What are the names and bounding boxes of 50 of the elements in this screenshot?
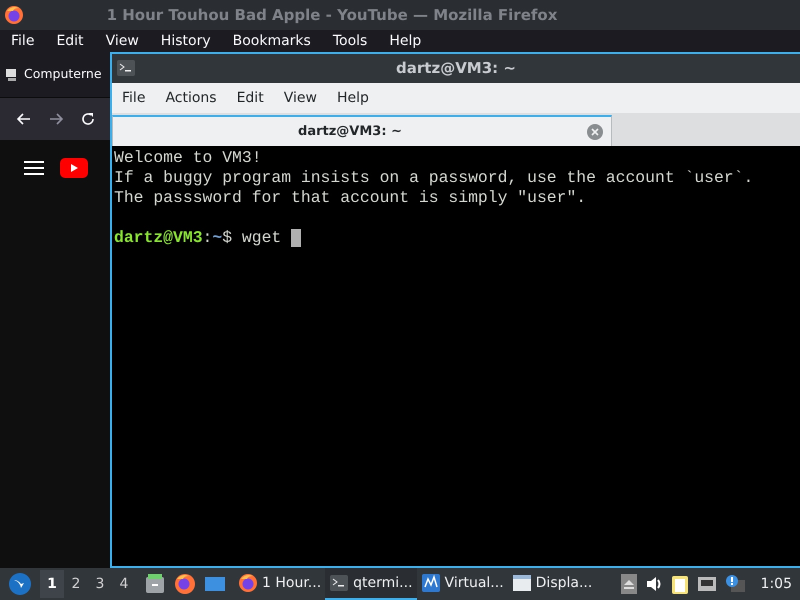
taskbar-button[interactable]: qtermi...	[325, 568, 417, 600]
back-icon[interactable]	[16, 111, 32, 127]
text-cursor	[291, 229, 302, 247]
desktop-switch[interactable]: 4	[112, 570, 136, 598]
menu-item[interactable]: Edit	[226, 88, 274, 108]
firefox-icon[interactable]	[174, 573, 196, 595]
clock[interactable]: 1:05	[760, 574, 792, 594]
firefox-icon	[238, 573, 258, 593]
notification-icon[interactable]	[724, 574, 745, 594]
window-title: 1 Hour Touhou Bad Apple - YouTube — Mozilla Firefox	[106, 4, 558, 26]
menu-item[interactable]: Edit	[45, 30, 95, 52]
terminal-line: The passsword for that account is simply "user".	[114, 188, 588, 208]
desktop-switch[interactable]: 2	[64, 570, 88, 598]
volume-icon[interactable]	[644, 575, 663, 593]
menu-item[interactable]: Bookmarks	[222, 30, 322, 52]
window-title: dartz@VM3: ~	[396, 58, 516, 80]
tab[interactable]: dartz@VM3: ~	[112, 115, 612, 146]
reload-icon[interactable]	[80, 111, 96, 127]
eject-icon[interactable]	[620, 574, 637, 594]
terminal-icon	[329, 573, 350, 593]
menu-item[interactable]: Help	[378, 30, 432, 52]
network-icon[interactable]	[696, 575, 717, 593]
forward-icon[interactable]	[48, 111, 64, 127]
terminal-prompt: dartz@VM3:~$	[114, 228, 232, 248]
menu-item[interactable]: File	[0, 30, 46, 52]
menu-item[interactable]: Actions	[155, 88, 227, 108]
play-logo-icon[interactable]	[60, 158, 88, 178]
file-cabinet-icon[interactable]	[144, 573, 166, 595]
taskbar-button[interactable]: Virtual...	[416, 568, 508, 600]
menu-icon[interactable]	[24, 160, 44, 176]
menu-item[interactable]: History	[150, 30, 222, 52]
menu-item[interactable]: View	[94, 30, 150, 52]
bookmark-link[interactable]: Computerne	[24, 65, 102, 84]
window-icon	[512, 573, 532, 593]
desktop-switch[interactable]: 3	[88, 570, 112, 598]
clipboard-icon[interactable]	[670, 574, 689, 594]
desktop-switch[interactable]: 1	[40, 570, 64, 598]
menu-item[interactable]: Tools	[322, 30, 378, 52]
chart-icon	[420, 573, 441, 593]
terminal-line: Welcome to VM3!	[114, 148, 263, 168]
menu-item[interactable]: View	[274, 88, 327, 108]
taskbar-button[interactable]: 1 Hour...	[234, 568, 326, 600]
firefox-icon	[4, 5, 24, 25]
close-icon[interactable]	[587, 124, 603, 140]
terminal-line: If a buggy program insists on a password, use the account `user`.	[114, 168, 754, 188]
terminal-icon	[117, 60, 135, 76]
taskbar-button[interactable]: Displa...	[508, 568, 596, 600]
menu-item[interactable]: Help	[326, 88, 379, 108]
menu-item[interactable]: File	[112, 88, 156, 108]
command-text: wget	[240, 228, 282, 248]
